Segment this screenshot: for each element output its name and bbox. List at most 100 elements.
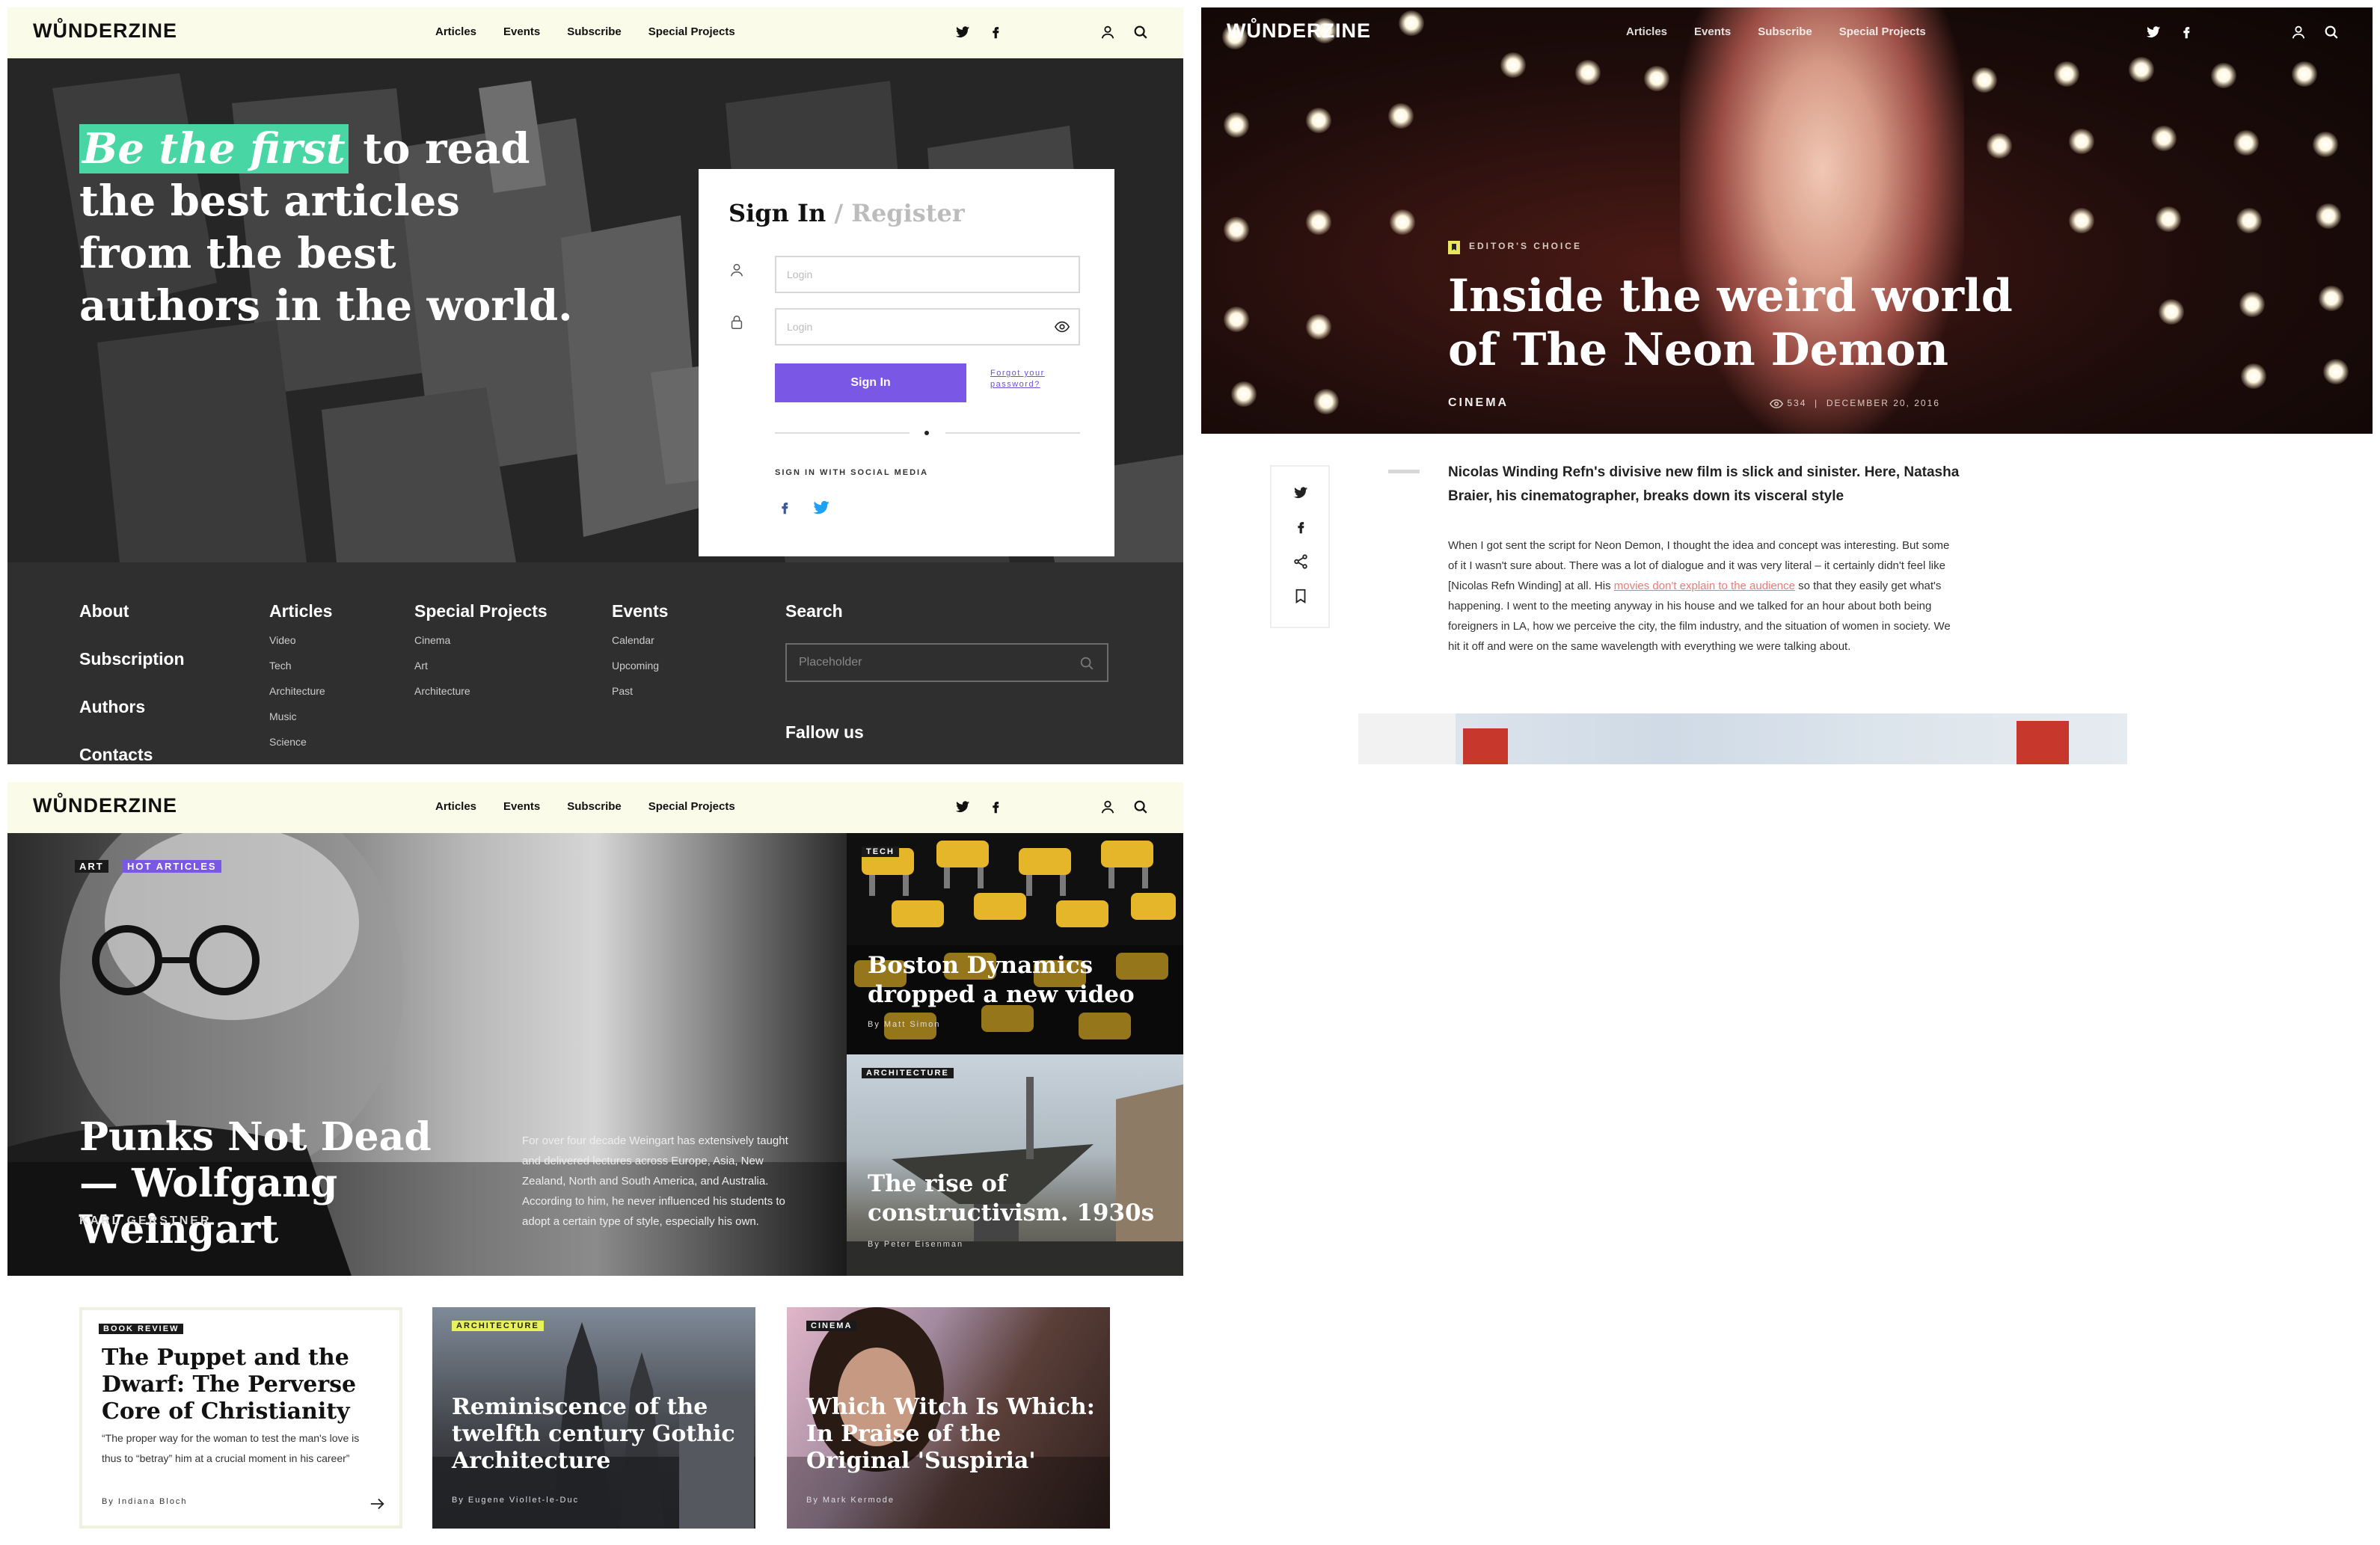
forgot-password-link[interactable]: Forgot your password? bbox=[990, 368, 1062, 390]
side-article-architecture[interactable]: ARCHITECTURE The rise of constructivism.… bbox=[847, 1054, 1183, 1276]
login-field[interactable]: Login bbox=[775, 256, 1080, 293]
main-nav: Articles Events Subscribe Special Projec… bbox=[435, 25, 735, 38]
header-tools bbox=[2290, 24, 2340, 40]
card-author[interactable]: By Indiana Bloch bbox=[102, 1497, 188, 1506]
article-category[interactable]: CINEMA bbox=[1448, 396, 1509, 410]
footer-link-upcoming[interactable]: Upcoming bbox=[612, 660, 659, 672]
footer-events-title[interactable]: Events bbox=[612, 601, 668, 621]
signin-button[interactable]: Sign In bbox=[775, 363, 966, 402]
nav-subscribe[interactable]: Subscribe bbox=[1758, 25, 1812, 38]
register-tab[interactable]: / Register bbox=[826, 199, 964, 227]
twitter-icon[interactable] bbox=[1292, 485, 1309, 501]
header-tools bbox=[1099, 24, 1149, 40]
search-icon[interactable] bbox=[1132, 24, 1149, 40]
footer-link-music[interactable]: Music bbox=[269, 710, 297, 722]
site-logo[interactable]: WŮNDERZINE bbox=[33, 19, 177, 43]
signin-tab[interactable]: Sign In bbox=[729, 199, 826, 227]
hot-articles-tag[interactable]: HOT ARTICLES bbox=[123, 860, 221, 873]
side-article-title: Boston Dynamics dropped a new video bbox=[868, 952, 1135, 1008]
footer-link-calendar[interactable]: Calendar bbox=[612, 634, 654, 646]
arrow-right-icon[interactable] bbox=[369, 1497, 386, 1511]
architecture-tag[interactable]: ARCHITECTURE bbox=[862, 1068, 954, 1078]
eye-icon[interactable] bbox=[1053, 319, 1071, 335]
nav-special-projects[interactable]: Special Projects bbox=[648, 800, 735, 813]
architecture-tag[interactable]: ARCHITECTURE bbox=[452, 1321, 544, 1331]
twitter-icon[interactable] bbox=[954, 24, 971, 40]
site-header: WŮNDERZINE Articles Events Subscribe Spe… bbox=[1201, 7, 2373, 58]
user-icon[interactable] bbox=[1099, 799, 1116, 815]
facebook-icon[interactable] bbox=[776, 498, 793, 517]
divider-right bbox=[945, 432, 1080, 434]
twitter-icon[interactable] bbox=[954, 799, 971, 815]
site-logo[interactable]: WŮNDERZINE bbox=[1227, 19, 1371, 43]
nav-special-projects[interactable]: Special Projects bbox=[1839, 25, 1926, 38]
facebook-icon[interactable] bbox=[2178, 24, 2195, 40]
hero-headline: Be the first to read the best articles f… bbox=[79, 123, 573, 332]
footer-contacts-link[interactable]: Contacts bbox=[79, 745, 153, 764]
featured-article[interactable]: ART HOT ARTICLES Punks Not Dead — Wolfga… bbox=[7, 833, 847, 1276]
twitter-icon[interactable] bbox=[2145, 24, 2162, 40]
nav-events[interactable]: Events bbox=[1694, 25, 1731, 38]
search-icon[interactable] bbox=[1132, 799, 1149, 815]
nav-articles[interactable]: Articles bbox=[1626, 25, 1667, 38]
footer-link-architecture[interactable]: Architecture bbox=[269, 685, 325, 697]
footer-search-input[interactable]: Placeholder bbox=[785, 643, 1108, 682]
user-icon[interactable] bbox=[1099, 24, 1116, 40]
article-card-gothic[interactable]: ARCHITECTURE Reminiscence of the twelfth… bbox=[432, 1307, 755, 1529]
signin-hero: Be the first to read the best articles f… bbox=[7, 58, 1183, 562]
divider-dot bbox=[924, 431, 929, 435]
card-author[interactable]: By Eugene Viollet-le-Duc bbox=[452, 1496, 579, 1505]
signin-title: Sign In / Register bbox=[729, 199, 965, 227]
twitter-icon[interactable] bbox=[811, 498, 832, 517]
facebook-icon[interactable] bbox=[1292, 519, 1309, 535]
meta-separator: | bbox=[1810, 398, 1823, 408]
facebook-icon[interactable] bbox=[987, 24, 1004, 40]
header-tools bbox=[1099, 799, 1149, 815]
footer-search-title: Search bbox=[785, 601, 843, 621]
book-review-tag[interactable]: BOOK REVIEW bbox=[99, 1324, 184, 1334]
side-article-author[interactable]: By Peter Eisenman bbox=[868, 1240, 963, 1249]
search-icon[interactable] bbox=[2323, 24, 2340, 40]
nav-events[interactable]: Events bbox=[503, 800, 540, 813]
footer-link-art[interactable]: Art bbox=[414, 660, 428, 672]
side-article-author[interactable]: By Matt Simon bbox=[868, 1020, 941, 1029]
footer-link-science[interactable]: Science bbox=[269, 736, 307, 748]
article-card-suspiria[interactable]: CINEMA Which Witch Is Which: In Praise o… bbox=[787, 1307, 1110, 1529]
featured-author[interactable]: KARL GERSTNER bbox=[79, 1214, 212, 1228]
lock-icon bbox=[731, 316, 743, 329]
footer-authors-link[interactable]: Authors bbox=[79, 697, 145, 717]
footer-link-past[interactable]: Past bbox=[612, 685, 633, 697]
footer-link-video[interactable]: Video bbox=[269, 634, 296, 646]
article-meta: 534 | DECEMBER 20, 2016 bbox=[1769, 398, 1940, 408]
nav-articles[interactable]: Articles bbox=[435, 25, 476, 38]
nav-subscribe[interactable]: Subscribe bbox=[567, 800, 622, 813]
footer-link-tech[interactable]: Tech bbox=[269, 660, 292, 672]
article-inline-image bbox=[1358, 713, 2127, 764]
nav-special-projects[interactable]: Special Projects bbox=[648, 25, 735, 38]
featured-title-text: Punks Not Dead — Wolfgang Weingart bbox=[79, 1114, 432, 1253]
article-card-book-review[interactable]: BOOK REVIEW The Puppet and the Dwarf: Th… bbox=[79, 1307, 402, 1529]
footer-link-cinema[interactable]: Cinema bbox=[414, 634, 450, 646]
user-icon[interactable] bbox=[2290, 24, 2307, 40]
site-logo[interactable]: WŮNDERZINE bbox=[33, 794, 177, 817]
share-icon[interactable] bbox=[1292, 553, 1309, 570]
footer-special-title[interactable]: Special Projects bbox=[414, 601, 548, 621]
bookmark-icon[interactable] bbox=[1292, 588, 1309, 604]
category-tag[interactable]: ART bbox=[75, 860, 108, 873]
footer-articles-title[interactable]: Articles bbox=[269, 601, 332, 621]
nav-events[interactable]: Events bbox=[503, 25, 540, 38]
side-article-tech[interactable]: TECH Boston Dynamics dropped a new video… bbox=[847, 833, 1183, 1054]
search-icon[interactable] bbox=[1079, 655, 1095, 672]
nav-articles[interactable]: Articles bbox=[435, 800, 476, 813]
tech-tag[interactable]: TECH bbox=[862, 847, 899, 857]
footer-link-architecture-sp[interactable]: Architecture bbox=[414, 685, 470, 697]
password-field[interactable]: Login bbox=[775, 308, 1080, 345]
card-author[interactable]: By Mark Kermode bbox=[806, 1496, 895, 1505]
nav-subscribe[interactable]: Subscribe bbox=[567, 25, 622, 38]
footer-subscription-link[interactable]: Subscription bbox=[79, 649, 185, 669]
article-inline-link[interactable]: movies don't explain to the audience bbox=[1614, 580, 1795, 592]
cinema-tag[interactable]: CINEMA bbox=[806, 1321, 857, 1331]
login-placeholder: Login bbox=[787, 268, 813, 280]
facebook-icon[interactable] bbox=[987, 799, 1004, 815]
footer-about-link[interactable]: About bbox=[79, 601, 129, 621]
